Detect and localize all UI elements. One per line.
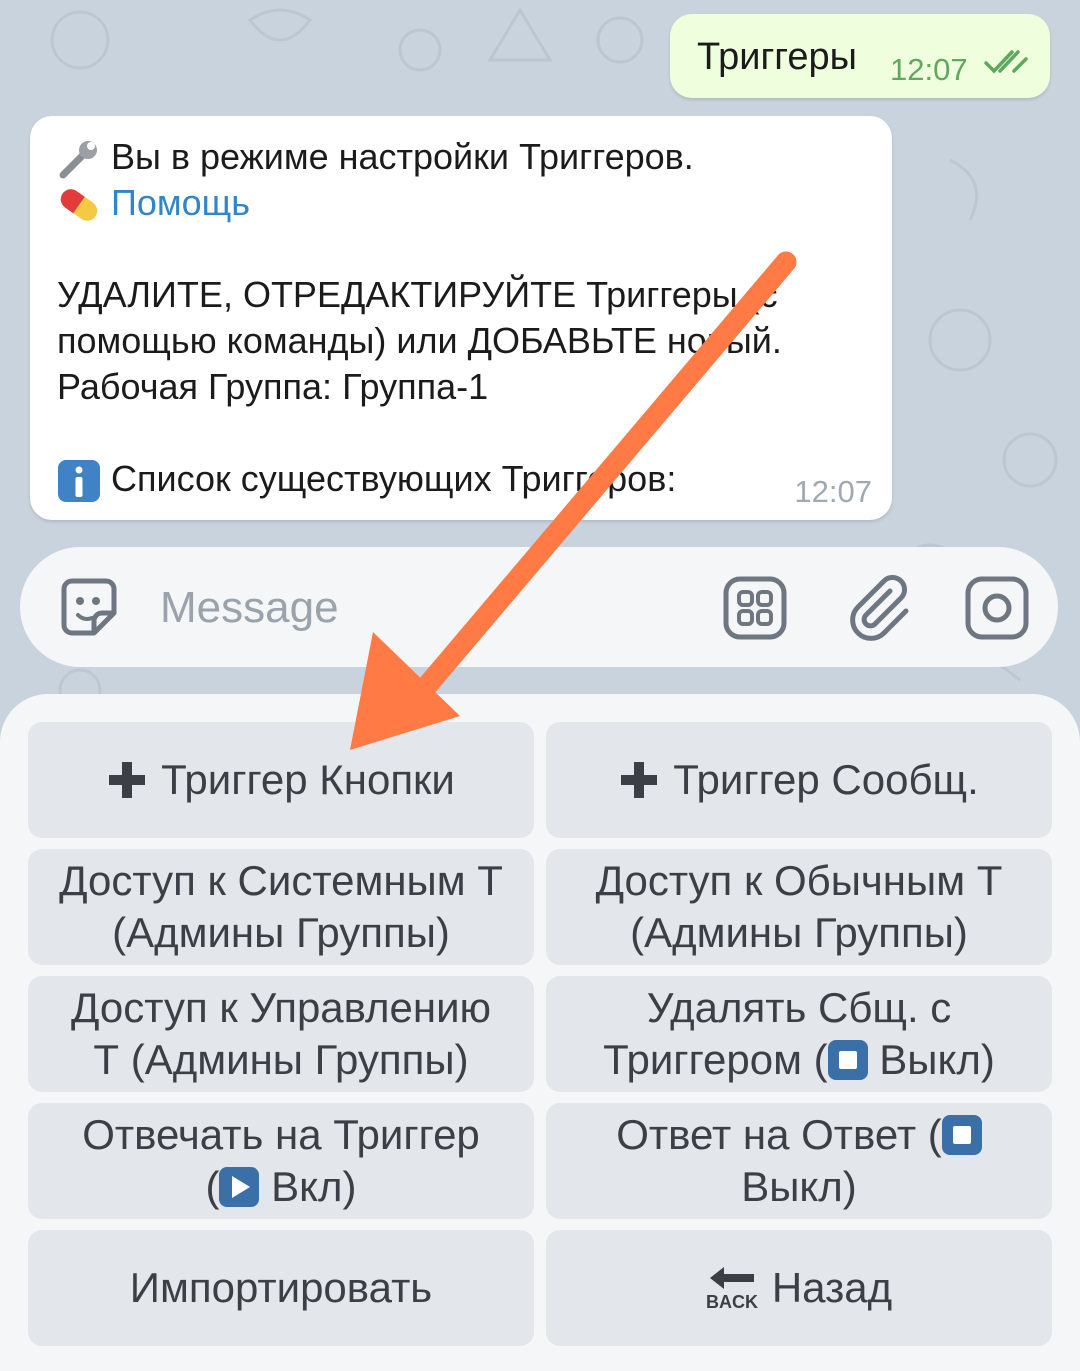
access-manage-triggers-button[interactable]: Доступ к Управлению Т (Админы Группы) [28,976,534,1092]
access-manage-label: Доступ к Управлению Т (Админы Группы) [71,982,491,1086]
delete-msg-line2-b: Выкл) [867,1036,995,1083]
pill-icon [60,189,98,222]
access-regular-label: Доступ к Обычным Т (Админы Группы) [596,855,1003,959]
access-system-triggers-button[interactable]: Доступ к Системным Т (Админы Группы) [28,849,534,965]
double-check-icon [984,50,1028,74]
info-icon [58,460,100,503]
delete-msg-line1: Удалять Сбщ. с [646,984,952,1031]
reply-to-reply-button[interactable]: Ответ на Ответ ( Выкл) [546,1103,1052,1219]
wrench-icon [59,141,97,179]
add-button-trigger-label: Триггер Кнопки [161,756,455,803]
plus-icon [109,762,146,798]
mode-text: Вы в режиме настройки Триггеров. [111,136,694,177]
bot-menu-apps-icon[interactable] [722,575,788,641]
access-regular-triggers-button[interactable]: Доступ к Обычным Т (Админы Группы) [546,849,1052,965]
reply-reply-label: Ответ на Ответ ( Выкл) [616,1109,982,1213]
reply-trigger-line2-b: Вкл) [259,1163,357,1210]
attach-paperclip-icon[interactable] [846,575,912,641]
message-line-help: Помощь [57,182,250,227]
plus-icon [621,762,658,798]
message-line-mode: Вы в режиме настройки Триггеров. [57,136,694,181]
message-input[interactable] [158,573,682,643]
play-icon [219,1167,260,1207]
add-message-trigger-button[interactable]: Триггер Сообщ. [546,722,1052,838]
message-line-3: УДАЛИТЕ, ОТРЕДАКТИРУЙТЕ Триггеры (с [57,274,778,315]
help-link[interactable]: Помощь [111,182,250,223]
access-regular-line2: (Админы Группы) [630,909,968,956]
access-regular-line1: Доступ к Обычным Т [595,857,1003,904]
incoming-message-time: 12:07 [794,474,872,509]
delete-msg-label: Удалять Сбщ. с Триггером ( Выкл) [603,982,995,1086]
reply-reply-line2: Выкл) [741,1163,857,1210]
reply-trigger-line2-a: ( [205,1163,220,1210]
camera-icon[interactable] [964,575,1030,641]
back-arrow-icon: BACK [706,1267,758,1312]
stop-square-icon [941,1115,982,1155]
reply-trigger-label: Отвечать на Триггер ( Вкл) [82,1109,480,1213]
add-button-trigger-button[interactable]: Триггер Кнопки [28,722,534,838]
access-system-line1: Доступ к Системным Т [59,857,503,904]
access-manage-line1: Доступ к Управлению [70,984,492,1031]
message-line-list: Список существующих Триггеров: [57,458,676,503]
back-label: Назад [771,1264,893,1311]
reply-reply-line1-a: Ответ на Ответ ( [616,1111,942,1158]
reply-reply-line1: Ответ на Ответ ( [616,1109,982,1161]
import-label: Импортировать [129,1264,433,1311]
access-system-label: Доступ к Системным Т (Админы Группы) [59,855,503,959]
outgoing-message-bubble[interactable]: Триггеры 12:07 [670,14,1050,98]
access-system-line2: (Админы Группы) [112,909,450,956]
incoming-message-bubble[interactable]: Вы в режиме настройки Триггеров. Помощь … [30,116,892,520]
reply-trigger-line1: Отвечать на Триггер [82,1111,480,1158]
delete-msg-line2-a: Триггером ( [603,1036,828,1083]
import-button[interactable]: Импортировать [28,1230,534,1346]
outgoing-message-time: 12:07 [890,52,968,87]
add-message-trigger-label: Триггер Сообщ. [673,756,979,803]
outgoing-message-text: Триггеры [697,36,857,78]
reply-trigger-line2: ( Вкл) [82,1161,480,1213]
delete-trigger-messages-button[interactable]: Удалять Сбщ. с Триггером ( Выкл) [546,976,1052,1092]
sticker-icon[interactable] [56,575,122,641]
bot-reply-keyboard: Триггер Кнопки Триггер Сообщ. Доступ к С… [0,694,1080,1371]
stop-square-icon [827,1040,868,1080]
message-line-4: помощью команды) или ДОБАВЬТЕ новый. [57,320,782,361]
access-manage-line2: Т (Админы Группы) [93,1036,469,1083]
back-icon-text: BACK [706,1292,758,1312]
message-composer [20,547,1058,667]
list-text: Список существующих Триггеров: [111,458,677,499]
message-line-5: Рабочая Группа: Группа-1 [57,366,489,407]
delete-msg-line2: Триггером ( Выкл) [603,1034,995,1086]
back-button[interactable]: BACK Назад [546,1230,1052,1346]
reply-to-trigger-button[interactable]: Отвечать на Триггер ( Вкл) [28,1103,534,1219]
